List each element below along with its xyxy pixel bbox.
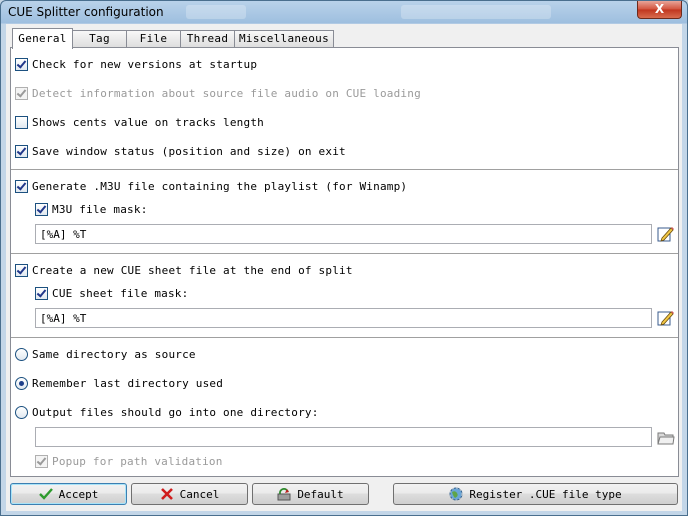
default-button-label: Default [297, 487, 344, 501]
output-remember-radio[interactable] [15, 376, 28, 390]
register-cue-button-label: Register .CUE file type [469, 487, 622, 501]
check-new-versions-label: Check for new versions at startup [32, 57, 258, 71]
detect-audio-info-option: Detect information about source file aud… [15, 85, 421, 101]
separator [11, 253, 678, 255]
red-x-icon [160, 488, 173, 500]
detect-audio-info-checkbox [15, 86, 28, 100]
client-area: General Tag File Thread Miscellaneous Ch… [6, 24, 682, 511]
background-taskbar-ghost [401, 5, 551, 19]
cancel-button[interactable]: Cancel [131, 483, 248, 505]
output-one-dir-radio[interactable] [15, 405, 28, 419]
m3u-mask-label: M3U file mask: [52, 202, 148, 216]
tab-thread[interactable]: Thread [180, 30, 235, 47]
output-one-dir-label: Output files should go into one director… [32, 405, 319, 419]
create-cue-checkbox[interactable] [15, 263, 28, 277]
cue-mask-option[interactable]: CUE sheet file mask: [35, 285, 188, 301]
reset-icon [277, 488, 291, 501]
background-taskbar-ghost [186, 5, 246, 19]
folder-icon[interactable] [657, 429, 675, 447]
register-cue-button[interactable]: Register .CUE file type [393, 483, 678, 505]
check-new-versions-option[interactable]: Check for new versions at startup [15, 56, 257, 72]
separator [11, 169, 678, 171]
generate-m3u-label: Generate .M3U file containing the playli… [32, 179, 408, 193]
output-one-dir-option[interactable]: Output files should go into one director… [15, 404, 319, 420]
title-bar[interactable]: CUE Splitter configuration X [1, 1, 687, 23]
tab-tag[interactable]: Tag [72, 30, 127, 47]
check-new-versions-checkbox[interactable] [15, 57, 28, 71]
window-title: CUE Splitter configuration [8, 5, 164, 19]
popup-validation-option: Popup for path validation [35, 453, 223, 469]
popup-validation-label: Popup for path validation [52, 454, 223, 468]
cue-mask-input[interactable]: [%A] %T [35, 308, 652, 328]
create-cue-label: Create a new CUE sheet file at the end o… [32, 263, 353, 277]
output-same-dir-label: Same directory as source [32, 347, 196, 361]
popup-validation-checkbox [35, 454, 48, 468]
default-button[interactable]: Default [252, 483, 369, 505]
close-button[interactable]: X [637, 1, 682, 19]
output-same-dir-option[interactable]: Same directory as source [15, 346, 196, 362]
m3u-mask-checkbox[interactable] [35, 202, 48, 216]
cancel-button-label: Cancel [179, 487, 220, 501]
output-remember-option[interactable]: Remember last directory used [15, 375, 223, 391]
output-directory-input[interactable] [35, 427, 652, 447]
tab-miscellaneous[interactable]: Miscellaneous [234, 30, 334, 47]
accept-button-label: Accept [58, 487, 99, 501]
pencil-edit-icon[interactable] [657, 309, 675, 327]
cue-mask-checkbox[interactable] [35, 286, 48, 300]
show-cents-option[interactable]: Shows cents value on tracks length [15, 114, 264, 130]
output-remember-label: Remember last directory used [32, 376, 224, 390]
save-window-status-label: Save window status (position and size) o… [32, 144, 346, 158]
show-cents-checkbox[interactable] [15, 115, 28, 129]
output-same-dir-radio[interactable] [15, 347, 28, 361]
separator [11, 337, 678, 339]
save-window-status-option[interactable]: Save window status (position and size) o… [15, 143, 346, 159]
detect-audio-info-label: Detect information about source file aud… [32, 86, 421, 100]
green-check-icon [38, 488, 53, 500]
cue-mask-label: CUE sheet file mask: [52, 286, 189, 300]
accept-button[interactable]: Accept [10, 483, 127, 505]
tab-file[interactable]: File [126, 30, 181, 47]
m3u-mask-option[interactable]: M3U file mask: [35, 201, 148, 217]
general-panel: Check for new versions at startup Detect… [10, 47, 679, 477]
pencil-edit-icon[interactable] [657, 225, 675, 243]
tab-general[interactable]: General [12, 28, 73, 49]
m3u-mask-input[interactable]: [%A] %T [35, 224, 652, 244]
globe-icon [449, 487, 463, 501]
save-window-status-checkbox[interactable] [15, 144, 28, 158]
generate-m3u-option[interactable]: Generate .M3U file containing the playli… [15, 178, 407, 194]
generate-m3u-checkbox[interactable] [15, 179, 28, 193]
config-window: CUE Splitter configuration X General Tag… [0, 0, 688, 516]
show-cents-label: Shows cents value on tracks length [32, 115, 264, 129]
create-cue-option[interactable]: Create a new CUE sheet file at the end o… [15, 262, 353, 278]
